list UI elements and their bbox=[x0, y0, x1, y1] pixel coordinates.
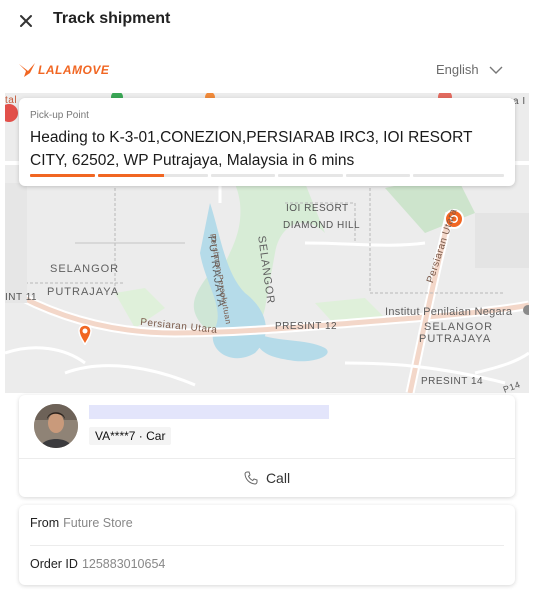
language-label: English bbox=[436, 62, 479, 77]
map-label-putrajaya: PUTRAJAYA bbox=[47, 286, 120, 298]
lalamove-logo-icon bbox=[19, 63, 35, 77]
pickup-status-text: Heading to K-3-01,CONEZION,PERSIARAB IRC… bbox=[30, 129, 473, 169]
map-label-diamond-hill: DIAMOND HILL bbox=[283, 220, 361, 231]
progress-segment bbox=[345, 174, 411, 177]
map-label-int11: INT 11 bbox=[5, 292, 38, 303]
progress-bar bbox=[30, 174, 504, 177]
chevron-down-icon bbox=[489, 66, 503, 74]
progress-segment bbox=[97, 174, 208, 177]
from-value: Future Store bbox=[63, 516, 133, 530]
header: Track shipment bbox=[0, 0, 535, 42]
map-label-presint14: PRESINT 14 bbox=[421, 376, 484, 387]
logo-text: LALAMOVE bbox=[38, 63, 110, 77]
vehicle-plate: VA****7 · Car bbox=[89, 427, 172, 445]
pickup-card: Pick-up Point Heading to K-3-01,CONEZION… bbox=[19, 98, 515, 186]
map-label-putrajaya-right: PUTRAJAYA bbox=[419, 333, 492, 345]
divider bbox=[30, 545, 504, 546]
order-id-value: 125883010654 bbox=[81, 557, 166, 571]
from-row: From Future Store bbox=[30, 516, 133, 530]
avatar bbox=[34, 404, 78, 448]
map-label-ioi-resort: IOI RESORT bbox=[286, 203, 349, 214]
order-id-row: Order ID 125883010654 bbox=[30, 557, 165, 571]
close-icon[interactable] bbox=[14, 9, 38, 33]
language-selector[interactable]: English bbox=[436, 62, 503, 77]
order-id-label: Order ID bbox=[30, 557, 78, 571]
phone-icon bbox=[244, 471, 258, 485]
lalamove-logo: LALAMOVE bbox=[18, 60, 109, 80]
call-label: Call bbox=[265, 470, 291, 486]
order-info-card: From Future Store Order ID 125883010654 bbox=[19, 505, 515, 585]
map-label-selangor: SELANGOR bbox=[50, 263, 120, 275]
call-button[interactable]: Call bbox=[19, 459, 515, 497]
progress-segment bbox=[278, 174, 343, 177]
progress-segment bbox=[210, 174, 276, 177]
page-title: Track shipment bbox=[53, 10, 171, 27]
driver-card: VA****7 · Car Call bbox=[19, 395, 515, 497]
pickup-label: Pick-up Point bbox=[30, 110, 89, 121]
brand-bar: LALAMOVE English bbox=[0, 54, 535, 86]
map-label-tal: tal bbox=[5, 95, 18, 106]
driver-name-redacted bbox=[89, 405, 329, 419]
progress-segment bbox=[413, 174, 504, 177]
from-label: From bbox=[30, 516, 60, 530]
map-label-selangor-right: SELANGOR bbox=[424, 321, 494, 333]
map-label-presint12: PRESINT 12 bbox=[275, 321, 338, 332]
map-label-institut: Institut Penilaian Negara bbox=[385, 306, 513, 318]
progress-segment bbox=[30, 174, 95, 177]
